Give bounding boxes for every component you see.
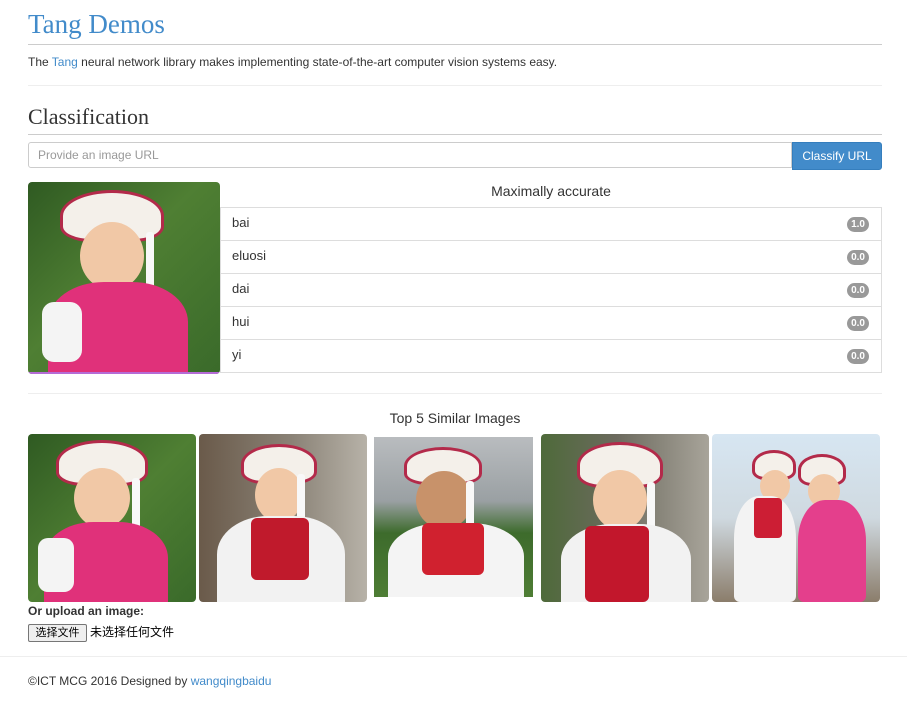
result-row-dai: dai 0.0 [220, 273, 882, 307]
results-title: Maximally accurate [491, 183, 611, 199]
similar-image-1[interactable] [28, 434, 196, 602]
result-label: dai [232, 281, 250, 296]
heading-divider [28, 134, 882, 135]
similar-image-4[interactable] [541, 434, 709, 602]
result-label: yi [232, 347, 242, 362]
image-url-input[interactable] [28, 142, 792, 168]
footer-divider [0, 656, 907, 657]
classify-url-button[interactable]: Classify URL [792, 142, 882, 170]
result-label: hui [232, 314, 250, 329]
similar-image-5[interactable] [712, 434, 880, 602]
file-status: 未选择任何文件 [90, 625, 175, 639]
score-badge: 0.0 [847, 316, 869, 331]
upload-label: Or upload an image: [28, 604, 145, 618]
footer: ©ICT MCG 2016 Designed by wangqingbaidu [28, 674, 271, 688]
author-link[interactable]: wangqingbaidu [191, 674, 272, 688]
score-badge: 1.0 [847, 217, 869, 232]
similar-image-2[interactable] [199, 434, 367, 602]
result-label: eluosi [232, 248, 266, 263]
similar-divider [28, 393, 882, 394]
similar-images-title: Top 5 Similar Images [389, 410, 521, 426]
query-image [28, 182, 220, 374]
score-badge: 0.0 [847, 283, 869, 298]
site-title: Tang Demos [28, 9, 165, 39]
similar-image-3[interactable] [374, 437, 533, 597]
section-divider [28, 85, 882, 86]
intro-prefix: The [28, 55, 52, 69]
result-label: bai [232, 215, 250, 230]
tang-link[interactable]: Tang [52, 55, 78, 69]
result-row-eluosi: eluosi 0.0 [220, 240, 882, 274]
classification-heading: Classification [28, 104, 149, 129]
result-row-yi: yi 0.0 [220, 339, 882, 373]
score-badge: 0.0 [847, 250, 869, 265]
result-row-hui: hui 0.0 [220, 306, 882, 340]
results-list: bai 1.0 eluosi 0.0 dai 0.0 hui 0.0 yi 0.… [220, 207, 882, 373]
footer-credit: ©ICT MCG 2016 Designed by [28, 674, 191, 688]
choose-file-button[interactable]: 选择文件 [28, 624, 87, 642]
score-badge: 0.0 [847, 349, 869, 364]
result-row-bai: bai 1.0 [220, 207, 882, 241]
intro-text: The Tang neural network library makes im… [28, 54, 557, 70]
title-divider [28, 44, 882, 45]
intro-suffix: neural network library makes implementin… [77, 55, 558, 69]
